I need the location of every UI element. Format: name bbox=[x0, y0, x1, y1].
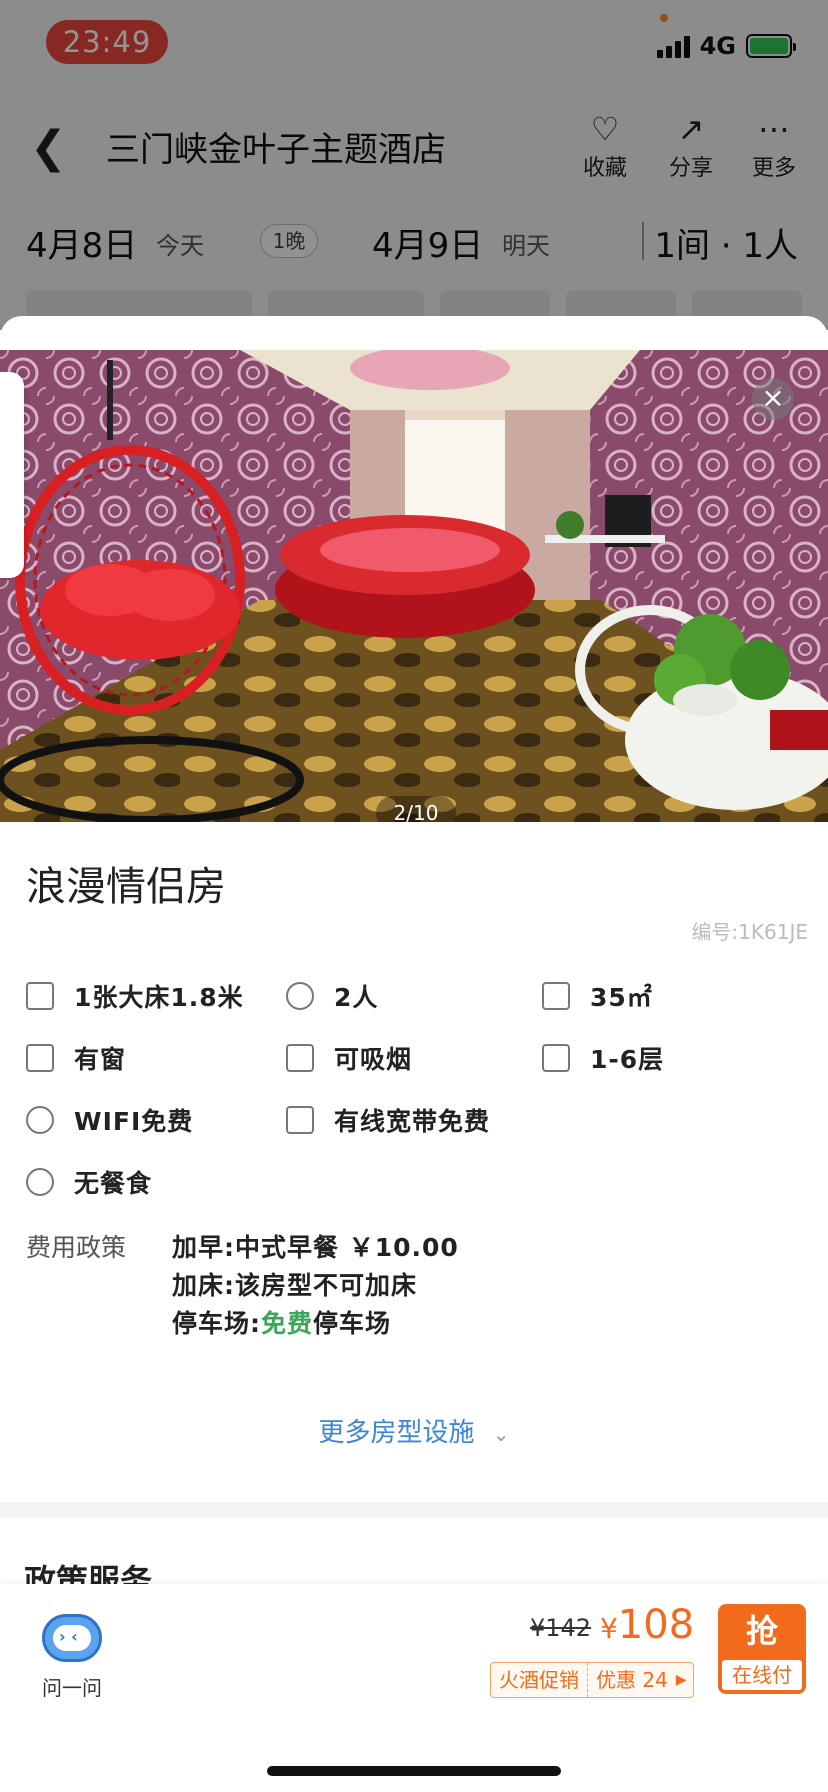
bed-icon bbox=[26, 982, 54, 1010]
room-detail-sheet: × 2/10 浪漫情侣房 编号:1K61JE 1张大床1.8米 2人 35㎡ 有… bbox=[0, 316, 828, 1792]
room-title: 浪漫情侣房 bbox=[26, 864, 226, 910]
facility-smoking-text: 可吸烟 bbox=[334, 1045, 413, 1074]
people-icon bbox=[286, 982, 314, 1010]
facility-meal: 无餐食 bbox=[26, 1164, 152, 1200]
home-indicator[interactable] bbox=[267, 1766, 561, 1776]
facility-area: 35㎡ bbox=[542, 978, 653, 1014]
room-code: 编号:1K61JE bbox=[691, 920, 808, 944]
facility-people-text: 2人 bbox=[334, 983, 379, 1012]
fee-policy-label: 费用政策 bbox=[26, 1233, 127, 1262]
promo-tag: 火酒促销 bbox=[499, 1668, 579, 1692]
facility-wifi-text: WIFI免费 bbox=[74, 1107, 194, 1136]
facility-cable: 有线宽带免费 bbox=[286, 1102, 490, 1138]
booking-bar: › ‹ 问一问 ¥142 ¥108 火酒促销 优惠 24 ▶ 抢 在线付 bbox=[0, 1584, 828, 1792]
meal-icon bbox=[26, 1168, 54, 1196]
cable-icon bbox=[286, 1106, 314, 1134]
chevron-down-icon: ⌄ bbox=[492, 1422, 510, 1446]
smoking-icon bbox=[286, 1044, 314, 1072]
facility-window: 有窗 bbox=[26, 1040, 126, 1076]
promo-badge[interactable]: 火酒促销 优惠 24 ▶ bbox=[490, 1662, 694, 1698]
room-photo[interactable]: × 2/10 bbox=[0, 350, 828, 822]
parking-suffix: 停车场 bbox=[313, 1309, 392, 1338]
floor-icon bbox=[542, 1044, 570, 1072]
pay-online-label: 在线付 bbox=[722, 1660, 802, 1690]
facility-smoking: 可吸烟 bbox=[286, 1040, 412, 1076]
section-divider bbox=[0, 1502, 828, 1518]
play-arrow-icon: ▶ bbox=[675, 1672, 687, 1688]
facility-wifi: WIFI免费 bbox=[26, 1102, 193, 1138]
book-button-label: 抢 bbox=[745, 1612, 778, 1650]
facility-floor: 1-6层 bbox=[542, 1040, 664, 1076]
area-icon bbox=[542, 982, 570, 1010]
facility-cable-text: 有线宽带免费 bbox=[334, 1107, 491, 1136]
facility-people: 2人 bbox=[286, 978, 378, 1014]
more-facilities-link[interactable]: 更多房型设施 ⌄ bbox=[0, 1412, 828, 1449]
policy-parking: 停车场:免费停车场 bbox=[172, 1304, 391, 1340]
close-gallery-button[interactable]: × bbox=[752, 378, 794, 420]
ask-label: 问一问 bbox=[42, 1676, 102, 1700]
promo-discount: 优惠 24 bbox=[596, 1668, 668, 1692]
window-icon bbox=[26, 1044, 54, 1072]
original-price: ¥142 bbox=[530, 1614, 592, 1642]
more-facilities-label: 更多房型设施 bbox=[318, 1418, 475, 1448]
policy-extra-bed: 加床:该房型不可加床 bbox=[172, 1271, 417, 1300]
currency-symbol: ¥ bbox=[600, 1612, 618, 1645]
photo-counter: 2/10 bbox=[376, 796, 456, 822]
current-price-value: 108 bbox=[617, 1602, 695, 1648]
room-photo-image bbox=[0, 350, 828, 822]
modal-overlay[interactable] bbox=[0, 0, 828, 330]
facility-bed-text: 1张大床1.8米 bbox=[74, 983, 244, 1012]
current-price: ¥108 bbox=[600, 1602, 694, 1648]
policy-breakfast: 加早:中式早餐 ￥10.00 bbox=[172, 1233, 459, 1262]
facility-window-text: 有窗 bbox=[74, 1045, 127, 1074]
chat-bot-icon: › ‹ bbox=[42, 1614, 102, 1662]
ask-button[interactable]: › ‹ 问一问 bbox=[30, 1614, 114, 1701]
parking-free: 免费 bbox=[261, 1309, 314, 1338]
facility-meal-text: 无餐食 bbox=[74, 1169, 153, 1198]
wifi-icon bbox=[26, 1106, 54, 1134]
parking-prefix: 停车场: bbox=[172, 1309, 261, 1338]
facility-floor-text: 1-6层 bbox=[590, 1045, 665, 1074]
book-button[interactable]: 抢 在线付 bbox=[718, 1604, 806, 1694]
facility-bed: 1张大床1.8米 bbox=[26, 978, 244, 1014]
side-drawer-handle[interactable] bbox=[0, 372, 24, 578]
facility-area-text: 35㎡ bbox=[590, 983, 653, 1012]
